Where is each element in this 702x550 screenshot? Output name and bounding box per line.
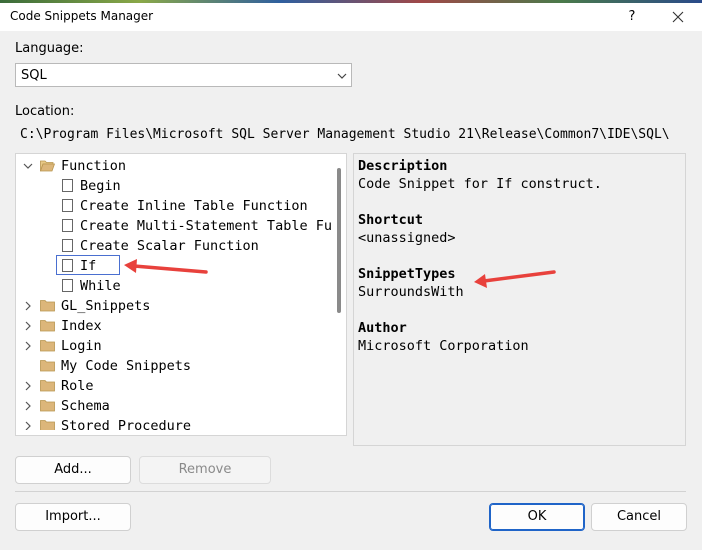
snippet-file-icon	[62, 179, 73, 192]
tree-item-label: Index	[61, 318, 102, 334]
tree-item-label: Schema	[61, 398, 110, 414]
tree-item-label: Role	[61, 378, 94, 394]
title-bar: Code Snippets Manager ?	[0, 3, 702, 31]
tree-item-label: Function	[61, 158, 127, 174]
author-value: Microsoft Corporation	[358, 338, 529, 354]
import-button[interactable]: Import...	[15, 503, 131, 531]
language-value: SQL	[21, 68, 47, 83]
chevron-right-icon[interactable]	[22, 340, 34, 352]
tree-item-label: My Code Snippets	[61, 358, 192, 374]
tree-folder-function[interactable]: Function	[16, 156, 333, 176]
chevron-down-icon	[336, 70, 348, 85]
snippet-file-icon	[62, 259, 73, 272]
folder-icon	[40, 299, 55, 312]
remove-button[interactable]: Remove	[139, 456, 271, 484]
tree-item-label: Create Inline Table Function	[80, 198, 308, 214]
details-panel: Description Code Snippet for If construc…	[353, 153, 686, 446]
snippet-file-icon	[62, 219, 73, 232]
vertical-scroll-thumb[interactable]	[337, 168, 341, 313]
open-folder-icon	[39, 159, 56, 172]
divider	[15, 491, 686, 492]
snippettypes-value: SurroundsWith	[358, 284, 464, 300]
folder-icon	[40, 319, 55, 332]
chevron-right-icon[interactable]	[22, 320, 34, 332]
tree-item-begin[interactable]: Begin	[16, 176, 333, 196]
ok-button[interactable]: OK	[489, 503, 585, 531]
snippet-file-icon	[62, 199, 73, 212]
tree-content: Function Begin Create Inline Table Funct…	[16, 154, 333, 430]
help-button[interactable]: ?	[618, 6, 646, 28]
tree-folder-gl-snippets[interactable]: GL_Snippets	[16, 296, 333, 316]
tree-item-create-inline-table-function[interactable]: Create Inline Table Function	[16, 196, 333, 216]
folder-icon	[40, 359, 55, 372]
annotation-arrow-icon	[124, 259, 208, 274]
snippet-file-icon	[62, 239, 73, 252]
tree-item-label: Create Multi-Statement Table Function	[80, 218, 333, 234]
tree-item-label: If	[80, 258, 97, 274]
chevron-right-icon[interactable]	[22, 420, 34, 430]
location-field[interactable]: C:\Program Files\Microsoft SQL Server Ma…	[15, 123, 686, 147]
folder-icon	[40, 419, 55, 430]
location-path: C:\Program Files\Microsoft SQL Server Ma…	[20, 127, 670, 142]
close-icon[interactable]	[660, 5, 696, 29]
tree-folder-login[interactable]: Login	[16, 336, 333, 356]
add-button[interactable]: Add...	[15, 456, 131, 484]
chevron-right-icon[interactable]	[22, 300, 34, 312]
snippet-file-icon	[62, 279, 73, 292]
snippettypes-heading: SnippetTypes	[358, 266, 456, 282]
tree-folder-my-code-snippets[interactable]: My Code Snippets	[16, 356, 333, 376]
shortcut-value: <unassigned>	[358, 230, 456, 246]
description-heading: Description	[358, 158, 448, 174]
tree-item-while[interactable]: While	[16, 276, 333, 296]
tree-item-label: Create Scalar Function	[80, 238, 259, 254]
folder-icon	[40, 379, 55, 392]
cancel-button[interactable]: Cancel	[591, 503, 687, 531]
tree-folder-schema[interactable]: Schema	[16, 396, 333, 416]
tree-folder-index[interactable]: Index	[16, 316, 333, 336]
shortcut-heading: Shortcut	[358, 212, 424, 228]
tree-folder-stored-procedure[interactable]: Stored Procedure	[16, 416, 333, 430]
description-value: Code Snippet for If construct.	[358, 176, 602, 192]
tree-item-create-scalar-function[interactable]: Create Scalar Function	[16, 236, 333, 256]
tree-item-create-multi-statement-table-function[interactable]: Create Multi-Statement Table Function	[16, 216, 333, 236]
chevron-right-icon[interactable]	[22, 400, 34, 412]
folder-icon	[40, 399, 55, 412]
folder-icon	[40, 339, 55, 352]
tree-item-label: Stored Procedure	[61, 418, 192, 430]
window-title: Code Snippets Manager	[10, 9, 154, 23]
chevron-right-icon[interactable]	[22, 380, 34, 392]
location-label: Location:	[15, 104, 75, 119]
author-heading: Author	[358, 320, 407, 336]
tree-item-label: Begin	[80, 178, 121, 194]
language-label: Language:	[15, 41, 84, 56]
snippet-tree[interactable]: Function Begin Create Inline Table Funct…	[15, 153, 347, 436]
tree-item-label: While	[80, 278, 121, 294]
annotation-arrow-icon	[474, 270, 556, 288]
language-select[interactable]: SQL	[15, 63, 352, 87]
tree-item-label: GL_Snippets	[61, 298, 151, 314]
tree-item-label: Login	[61, 338, 102, 354]
tree-folder-role[interactable]: Role	[16, 376, 333, 396]
vertical-scrollbar[interactable]	[333, 154, 346, 435]
chevron-down-icon[interactable]	[22, 160, 34, 172]
